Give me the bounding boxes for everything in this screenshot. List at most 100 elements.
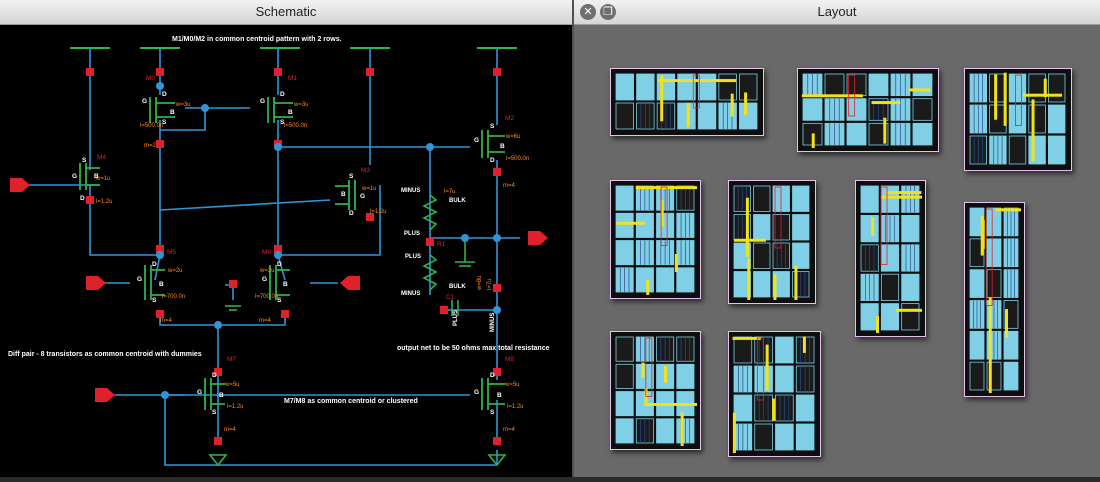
svg-text:output net to be 50 ohms max t: output net to be 50 ohms max total resis… bbox=[397, 345, 550, 352]
layout-geometry bbox=[615, 73, 758, 130]
svg-text:l=700.0n: l=700.0n bbox=[255, 294, 278, 300]
svg-text:Diff pair - 8 transistors as c: Diff pair - 8 transistors as common cent… bbox=[8, 351, 202, 358]
svg-text:m=4: m=4 bbox=[503, 427, 516, 433]
svg-text:w=2u: w=2u bbox=[167, 268, 183, 274]
svg-text:B: B bbox=[219, 392, 224, 399]
svg-text:M2: M2 bbox=[505, 115, 514, 122]
layout-canvas[interactable] bbox=[574, 25, 1100, 477]
svg-text:G: G bbox=[474, 137, 479, 144]
svg-text:G: G bbox=[142, 98, 147, 105]
svg-text:l=1.2u: l=1.2u bbox=[370, 209, 387, 215]
svg-text:l=500.0n: l=500.0n bbox=[506, 156, 529, 162]
svg-text:BULK: BULK bbox=[449, 284, 466, 290]
svg-text:G: G bbox=[72, 173, 77, 180]
schematic-drawing: M0 M1 M2 M4 M3 M5 M6 M7 M8 R1 C1 w=3u l=… bbox=[8, 36, 550, 467]
layout-cell-7[interactable] bbox=[964, 202, 1025, 397]
svg-text:S: S bbox=[152, 297, 157, 304]
svg-text:D: D bbox=[212, 372, 217, 379]
svg-text:M5: M5 bbox=[167, 249, 176, 256]
svg-text:w=6u: w=6u bbox=[505, 134, 521, 140]
close-icon[interactable]: ✕ bbox=[580, 4, 596, 20]
svg-text:D: D bbox=[490, 372, 495, 379]
layout-cell-1[interactable] bbox=[610, 68, 764, 136]
svg-text:w=3u: w=3u bbox=[293, 102, 309, 108]
svg-text:G: G bbox=[360, 193, 365, 200]
layout-title-text: Layout bbox=[817, 4, 857, 19]
svg-text:B: B bbox=[341, 191, 346, 198]
restore-icon[interactable]: ❐ bbox=[600, 4, 616, 20]
svg-text:D: D bbox=[280, 91, 285, 98]
layout-cell-8[interactable] bbox=[610, 331, 701, 450]
svg-text:M3: M3 bbox=[361, 167, 370, 174]
layout-geometry bbox=[860, 185, 922, 333]
layout-cell-5[interactable] bbox=[728, 180, 816, 304]
svg-text:l=500.0n: l=500.0n bbox=[284, 123, 307, 129]
svg-text:D: D bbox=[349, 210, 354, 217]
svg-text:M1: M1 bbox=[288, 75, 297, 82]
svg-text:l=7u: l=7u bbox=[444, 189, 456, 195]
svg-text:M7: M7 bbox=[227, 356, 236, 363]
schematic-wires bbox=[25, 48, 520, 466]
svg-text:l=1.2u: l=1.2u bbox=[227, 404, 244, 410]
svg-text:w=5u: w=5u bbox=[504, 382, 520, 388]
svg-text:M8: M8 bbox=[505, 356, 514, 363]
svg-text:D: D bbox=[162, 91, 167, 98]
layout-geometry bbox=[733, 185, 810, 300]
svg-text:w=2u: w=2u bbox=[259, 268, 275, 274]
svg-text:G: G bbox=[137, 276, 142, 283]
svg-text:S: S bbox=[162, 119, 167, 126]
svg-text:PLUS: PLUS bbox=[453, 310, 459, 326]
svg-text:C1: C1 bbox=[446, 294, 455, 301]
svg-text:l=700.0n: l=700.0n bbox=[162, 294, 185, 300]
svg-text:B: B bbox=[500, 143, 505, 150]
svg-text:w=1u: w=1u bbox=[361, 186, 377, 192]
svg-text:l=7u: l=7u bbox=[487, 278, 493, 290]
layout-geometry bbox=[732, 336, 815, 453]
svg-text:m=2: m=2 bbox=[144, 143, 157, 149]
svg-text:w=3u: w=3u bbox=[175, 102, 191, 108]
layout-geometry bbox=[801, 73, 933, 148]
svg-text:BULK: BULK bbox=[449, 198, 466, 204]
svg-text:MINUS: MINUS bbox=[490, 313, 496, 332]
svg-text:B: B bbox=[159, 281, 164, 288]
terminal-letters: GD BS GD BS GS BD GS BD GS BD GD BS GD B… bbox=[72, 91, 505, 416]
layout-cell-3[interactable] bbox=[964, 68, 1072, 171]
layout-cell-4[interactable] bbox=[610, 180, 701, 299]
svg-text:MINUS: MINUS bbox=[401, 291, 420, 297]
svg-text:B: B bbox=[497, 392, 502, 399]
layout-cell-9[interactable] bbox=[728, 331, 821, 457]
svg-text:B: B bbox=[94, 173, 99, 180]
svg-text:B: B bbox=[170, 109, 175, 116]
layout-geometry bbox=[969, 207, 1021, 393]
svg-text:MINUS: MINUS bbox=[401, 188, 420, 194]
layout-geometry bbox=[615, 336, 697, 446]
svg-text:PLUS: PLUS bbox=[404, 231, 420, 237]
svg-text:M4: M4 bbox=[97, 154, 106, 161]
svg-text:G: G bbox=[262, 276, 267, 283]
svg-text:m=4: m=4 bbox=[160, 318, 173, 324]
svg-text:S: S bbox=[490, 409, 495, 416]
schematic-title-text: Schematic bbox=[255, 4, 317, 19]
svg-text:l=1.2u: l=1.2u bbox=[96, 199, 113, 205]
svg-text:D: D bbox=[277, 261, 282, 268]
schematic-canvas[interactable]: M0 M1 M2 M4 M3 M5 M6 M7 M8 R1 C1 w=3u l=… bbox=[0, 25, 572, 477]
layout-geometry bbox=[615, 185, 697, 295]
svg-text:S: S bbox=[349, 173, 354, 180]
layout-cell-2[interactable] bbox=[797, 68, 939, 152]
layout-pane-title: ✕ ❐ Layout bbox=[574, 0, 1100, 25]
layout-cell-6[interactable] bbox=[855, 180, 926, 337]
svg-text:D: D bbox=[152, 261, 157, 268]
svg-text:S: S bbox=[212, 409, 217, 416]
svg-text:l=500.0n: l=500.0n bbox=[140, 123, 163, 129]
passives bbox=[208, 194, 507, 467]
svg-text:G: G bbox=[474, 389, 479, 396]
svg-text:G: G bbox=[197, 389, 202, 396]
schematic-pane-title: Schematic bbox=[0, 0, 572, 25]
svg-text:m=4: m=4 bbox=[503, 183, 516, 189]
layout-geometry bbox=[969, 72, 1066, 165]
svg-text:m=4: m=4 bbox=[259, 318, 272, 324]
svg-text:S: S bbox=[280, 119, 285, 126]
svg-text:M0: M0 bbox=[146, 75, 155, 82]
svg-text:S: S bbox=[82, 157, 87, 164]
svg-text:M6: M6 bbox=[262, 249, 271, 256]
